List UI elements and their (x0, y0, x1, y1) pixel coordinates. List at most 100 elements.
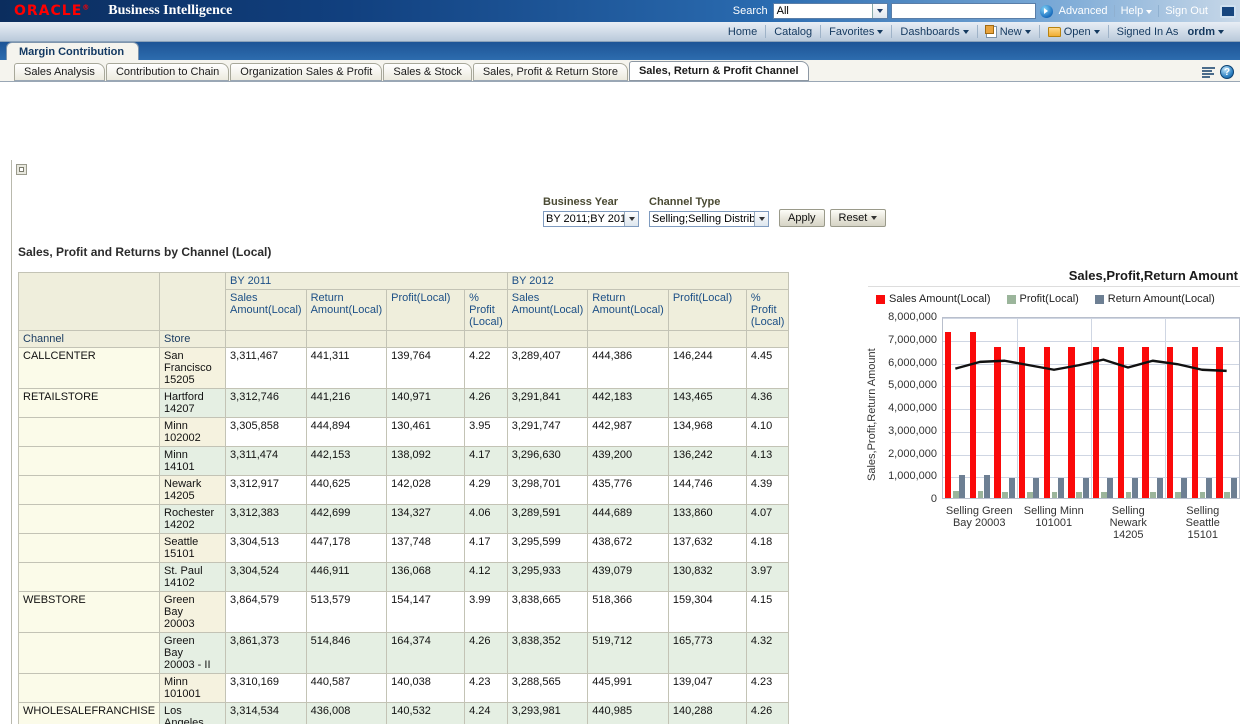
advanced-search-link[interactable]: Advanced (1053, 5, 1114, 17)
cell-measure-value[interactable]: 4.17 (465, 534, 508, 563)
cell-measure-value[interactable]: 3.99 (465, 592, 508, 633)
cell-measure-value[interactable]: 137,632 (668, 534, 746, 563)
cell-store[interactable]: Newark 14205 (160, 476, 226, 505)
cell-channel[interactable] (19, 447, 160, 476)
dashboard-tab-margin-contribution[interactable]: Margin Contribution (6, 42, 139, 60)
tab-sales-stock[interactable]: Sales & Stock (383, 63, 471, 81)
search-input[interactable] (891, 3, 1036, 19)
nav-new[interactable]: New (978, 26, 1039, 38)
cell-measure-value[interactable]: 3,310,169 (226, 674, 307, 703)
dim-header-channel[interactable]: Channel (19, 331, 160, 348)
business-year-select[interactable]: BY 2011;BY 2012 (543, 211, 639, 227)
cell-measure-value[interactable]: 136,068 (387, 563, 465, 592)
cell-measure-value[interactable]: 3,305,858 (226, 418, 307, 447)
cell-measure-value[interactable]: 165,773 (668, 633, 746, 674)
cell-channel[interactable]: RETAILSTORE (19, 389, 160, 418)
cell-store[interactable]: Green Bay 20003 - II (160, 633, 226, 674)
cell-channel[interactable] (19, 674, 160, 703)
cell-measure-value[interactable]: 440,985 (588, 703, 669, 724)
cell-measure-value[interactable]: 4.26 (465, 389, 508, 418)
cell-measure-value[interactable]: 4.15 (746, 592, 789, 633)
cell-measure-value[interactable]: 4.13 (746, 447, 789, 476)
cell-measure-value[interactable]: 439,079 (588, 563, 669, 592)
cell-store[interactable]: Green Bay 20003 (160, 592, 226, 633)
cell-measure-value[interactable]: 139,764 (387, 348, 465, 389)
cell-channel[interactable]: WEBSTORE (19, 592, 160, 633)
cell-store[interactable]: San Francisco 15205 (160, 348, 226, 389)
cell-measure-value[interactable]: 438,672 (588, 534, 669, 563)
cell-store[interactable]: Los Angeles 15201 (160, 703, 226, 724)
cell-measure-value[interactable]: 3.97 (746, 563, 789, 592)
cell-measure-value[interactable]: 446,911 (306, 563, 387, 592)
cell-measure-value[interactable]: 140,288 (668, 703, 746, 724)
cell-measure-value[interactable]: 4.29 (465, 476, 508, 505)
cell-measure-value[interactable]: 144,746 (668, 476, 746, 505)
nav-signed-in-as[interactable]: Signed In As ordm (1109, 26, 1232, 38)
cell-measure-value[interactable]: 138,092 (387, 447, 465, 476)
cell-store[interactable]: St. Paul 14102 (160, 563, 226, 592)
cell-measure-value[interactable]: 513,579 (306, 592, 387, 633)
cell-channel[interactable] (19, 505, 160, 534)
cell-measure-value[interactable]: 3,291,841 (507, 389, 588, 418)
cell-store[interactable]: Seattle 15101 (160, 534, 226, 563)
cell-channel[interactable] (19, 563, 160, 592)
cell-measure-value[interactable]: 442,699 (306, 505, 387, 534)
cell-measure-value[interactable]: 436,008 (306, 703, 387, 724)
tab-sales-analysis[interactable]: Sales Analysis (14, 63, 105, 81)
cell-measure-value[interactable]: 4.26 (465, 633, 508, 674)
cell-measure-value[interactable]: 134,327 (387, 505, 465, 534)
cell-measure-value[interactable]: 444,689 (588, 505, 669, 534)
cell-measure-value[interactable]: 441,311 (306, 348, 387, 389)
tab-organization-sales-profit[interactable]: Organization Sales & Profit (230, 63, 382, 81)
chevron-down-icon[interactable] (754, 212, 768, 226)
nav-favorites[interactable]: Favorites (821, 26, 891, 38)
cell-measure-value[interactable]: 143,465 (668, 389, 746, 418)
cell-measure-value[interactable]: 3,296,630 (507, 447, 588, 476)
collapse-section-icon[interactable] (16, 164, 27, 175)
cell-measure-value[interactable]: 442,183 (588, 389, 669, 418)
cell-measure-value[interactable]: 3,311,467 (226, 348, 307, 389)
cell-measure-value[interactable]: 3,304,513 (226, 534, 307, 563)
cell-measure-value[interactable]: 3,311,474 (226, 447, 307, 476)
cell-measure-value[interactable]: 4.32 (746, 633, 789, 674)
cell-measure-value[interactable]: 4.36 (746, 389, 789, 418)
tab-contribution-to-chain[interactable]: Contribution to Chain (106, 63, 229, 81)
legend-item-return[interactable]: Return Amount(Local) (1095, 293, 1215, 305)
search-go-icon[interactable] (1040, 5, 1053, 18)
cell-measure-value[interactable]: 142,028 (387, 476, 465, 505)
cell-store[interactable]: Hartford 14207 (160, 389, 226, 418)
display-icon[interactable] (1220, 5, 1236, 18)
cell-measure-value[interactable]: 3,293,981 (507, 703, 588, 724)
cell-measure-value[interactable]: 4.10 (746, 418, 789, 447)
measure-profit-2012[interactable]: Profit(Local) (668, 290, 746, 331)
tab-sales-return-profit-channel[interactable]: Sales, Return & Profit Channel (629, 61, 809, 81)
year-group-by2012[interactable]: BY 2012 (507, 273, 789, 290)
cell-measure-value[interactable]: 4.24 (465, 703, 508, 724)
cell-measure-value[interactable]: 447,178 (306, 534, 387, 563)
cell-measure-value[interactable]: 442,153 (306, 447, 387, 476)
cell-measure-value[interactable]: 3,295,599 (507, 534, 588, 563)
cell-store[interactable]: Minn 102002 (160, 418, 226, 447)
measure-sales-2011[interactable]: Sales Amount(Local) (226, 290, 307, 331)
cell-channel[interactable] (19, 476, 160, 505)
cell-measure-value[interactable]: 3,295,933 (507, 563, 588, 592)
cell-measure-value[interactable]: 136,242 (668, 447, 746, 476)
cell-measure-value[interactable]: 4.23 (746, 674, 789, 703)
cell-measure-value[interactable]: 164,374 (387, 633, 465, 674)
nav-open[interactable]: Open (1040, 26, 1108, 38)
cell-measure-value[interactable]: 4.26 (746, 703, 789, 724)
cell-measure-value[interactable]: 4.17 (465, 447, 508, 476)
cell-measure-value[interactable]: 3,838,352 (507, 633, 588, 674)
nav-home[interactable]: Home (720, 26, 765, 38)
measure-sales-2012[interactable]: Sales Amount(Local) (507, 290, 588, 331)
cell-measure-value[interactable]: 159,304 (668, 592, 746, 633)
legend-item-sales[interactable]: Sales Amount(Local) (876, 293, 991, 305)
reset-button[interactable]: Reset (830, 209, 887, 227)
cell-store[interactable]: Minn 14101 (160, 447, 226, 476)
cell-measure-value[interactable]: 140,038 (387, 674, 465, 703)
tab-sales-profit-return-store[interactable]: Sales, Profit & Return Store (473, 63, 628, 81)
measure-return-2011[interactable]: Return Amount(Local) (306, 290, 387, 331)
cell-measure-value[interactable]: 4.07 (746, 505, 789, 534)
help-icon[interactable]: ? (1220, 65, 1234, 79)
chevron-down-icon[interactable] (872, 4, 887, 18)
